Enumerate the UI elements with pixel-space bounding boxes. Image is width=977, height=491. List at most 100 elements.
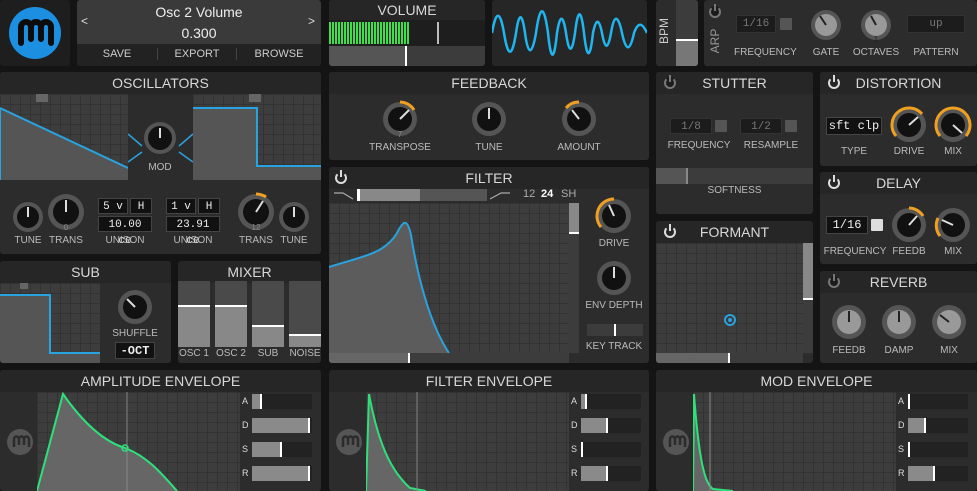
- filter-env-attack-slider[interactable]: [581, 394, 641, 409]
- mixer-noise-level: [289, 333, 321, 347]
- feedback-amount-knob[interactable]: [560, 100, 598, 138]
- mixer-osc1-slider[interactable]: [178, 281, 210, 347]
- osc2-detune[interactable]: 23.91 ce: [166, 216, 220, 247]
- filter-highpass-icon[interactable]: [489, 189, 511, 201]
- filter-resonance-slider[interactable]: [569, 203, 579, 353]
- formant-x-slider[interactable]: [656, 353, 803, 363]
- formant-panel: FORMANT: [656, 221, 813, 363]
- delay-sync-icon[interactable]: [871, 219, 883, 231]
- distortion-mix-knob[interactable]: [934, 106, 972, 144]
- reverb-damp-knob[interactable]: [880, 303, 918, 341]
- filter-env-s-label: S: [571, 444, 578, 454]
- filter-cutoff-slider[interactable]: [329, 353, 569, 363]
- filter-type-slider[interactable]: [357, 189, 487, 201]
- mod-env-a-label: A: [898, 396, 905, 406]
- amp-a-label: A: [242, 396, 249, 406]
- arp-pattern-value[interactable]: up: [907, 15, 965, 33]
- formant-power-icon[interactable]: [664, 224, 676, 238]
- filter-panel: FILTER 12 24 SH DRIVE ENV DEPTH KEY TRAC…: [329, 167, 649, 363]
- mixer-osc2-slider[interactable]: [215, 281, 247, 347]
- filter-env-release-slider[interactable]: [581, 466, 641, 481]
- stutter-frequency-sync-icon[interactable]: [715, 120, 727, 132]
- amp-envelope-adsr: A D S R: [242, 392, 312, 481]
- amp-sustain-slider[interactable]: [252, 442, 312, 457]
- osc2-waveform[interactable]: [193, 94, 321, 180]
- mod-env-decay-slider[interactable]: [908, 418, 968, 433]
- reverb-feedb-knob[interactable]: [830, 303, 868, 341]
- filter-env-decay-slider[interactable]: [581, 418, 641, 433]
- formant-y-slider[interactable]: [803, 243, 813, 353]
- mod-env-attack-slider[interactable]: [908, 394, 968, 409]
- filter-envelope-graph[interactable]: [366, 392, 569, 491]
- delay-feedb-knob[interactable]: [890, 206, 928, 244]
- stutter-frequency-value[interactable]: 1/8: [670, 118, 712, 134]
- amp-r-label: R: [242, 468, 249, 478]
- bpm-slider[interactable]: [676, 0, 698, 66]
- mod-env-sustain-slider[interactable]: [908, 442, 968, 457]
- osc1-harmonize-button[interactable]: H: [130, 198, 152, 214]
- osc1-voices[interactable]: 5 v: [98, 198, 128, 214]
- filter-slope-12[interactable]: 12: [523, 188, 535, 200]
- arp-gate-knob[interactable]: [809, 8, 843, 42]
- filter-env-sustain-slider[interactable]: [581, 442, 641, 457]
- stutter-resample-sync-icon[interactable]: [785, 120, 797, 132]
- browse-button[interactable]: BROWSE: [237, 48, 321, 60]
- filter-envelope-logo-icon: [336, 429, 362, 455]
- formant-xy-pad[interactable]: [656, 243, 803, 353]
- arp-sync-icon[interactable]: [780, 18, 792, 30]
- osc1-tune-knob[interactable]: [11, 200, 45, 234]
- amp-envelope-graph[interactable]: [37, 392, 240, 491]
- volume-title: VOLUME: [329, 0, 485, 20]
- preset-prev-button[interactable]: <: [81, 14, 88, 28]
- helm-logo-icon[interactable]: [5, 5, 65, 61]
- mod-env-release-slider[interactable]: [908, 466, 968, 481]
- sub-shuffle-knob[interactable]: [116, 288, 154, 326]
- stutter-resample-value[interactable]: 1/2: [740, 118, 782, 134]
- filter-envelope-title: FILTER ENVELOPE: [329, 370, 649, 392]
- osc2-voices[interactable]: 1 v: [166, 198, 196, 214]
- volume-slider[interactable]: [329, 46, 485, 66]
- save-button[interactable]: SAVE: [77, 48, 157, 60]
- osc-mod-knob[interactable]: [142, 120, 178, 156]
- osc2-harmonize-button[interactable]: H: [198, 198, 220, 214]
- stutter-power-icon[interactable]: [664, 75, 676, 89]
- delay-power-icon[interactable]: [828, 175, 840, 189]
- filter-key-track-slider[interactable]: [587, 324, 643, 336]
- sub-octave-value[interactable]: -OCT: [115, 342, 155, 359]
- arp-power-icon[interactable]: [709, 4, 721, 18]
- sub-waveform[interactable]: [0, 283, 100, 363]
- distortion-drive-knob[interactable]: [890, 106, 928, 144]
- filter-slope-24[interactable]: 24: [541, 188, 553, 200]
- arp-frequency-value[interactable]: 1/16: [736, 15, 776, 33]
- reverb-power-icon[interactable]: [828, 274, 840, 288]
- filter-power-icon[interactable]: [335, 170, 347, 184]
- amp-release-slider[interactable]: [252, 466, 312, 481]
- feedback-tune-knob[interactable]: [470, 100, 508, 138]
- preset-name[interactable]: Osc 2 Volume: [97, 4, 301, 20]
- osc1-detune[interactable]: 10.00 ce: [98, 216, 152, 247]
- stutter-softness-slider[interactable]: [656, 168, 813, 184]
- distortion-power-icon[interactable]: [828, 75, 840, 89]
- export-button[interactable]: EXPORT: [157, 48, 237, 60]
- filter-slope-sh[interactable]: SH: [561, 188, 576, 200]
- mixer-sub-slider[interactable]: [252, 281, 284, 347]
- mixer-noise-slider[interactable]: [289, 281, 321, 347]
- delay-mix-knob[interactable]: [934, 206, 972, 244]
- filter-env-depth-knob[interactable]: [595, 259, 633, 297]
- formant-xy-handle[interactable]: [724, 314, 736, 326]
- amp-decay-slider[interactable]: [252, 418, 312, 433]
- mixer-sub-level: [252, 325, 284, 347]
- osc1-waveform[interactable]: [0, 94, 128, 180]
- delay-frequency-value[interactable]: 1/16: [826, 216, 868, 234]
- distortion-type-value[interactable]: sft clp: [826, 117, 882, 135]
- filter-lowpass-icon[interactable]: [333, 189, 355, 201]
- preset-next-button[interactable]: >: [308, 14, 315, 28]
- amp-attack-slider[interactable]: [252, 394, 312, 409]
- filter-drive-knob[interactable]: [595, 197, 633, 235]
- mod-envelope-graph[interactable]: [693, 392, 896, 491]
- osc2-tune-knob[interactable]: [277, 200, 311, 234]
- filter-response-graph[interactable]: [329, 203, 569, 353]
- mod-envelope-title: MOD ENVELOPE: [656, 370, 977, 392]
- volume-meter: [329, 20, 485, 46]
- reverb-mix-knob[interactable]: [930, 303, 968, 341]
